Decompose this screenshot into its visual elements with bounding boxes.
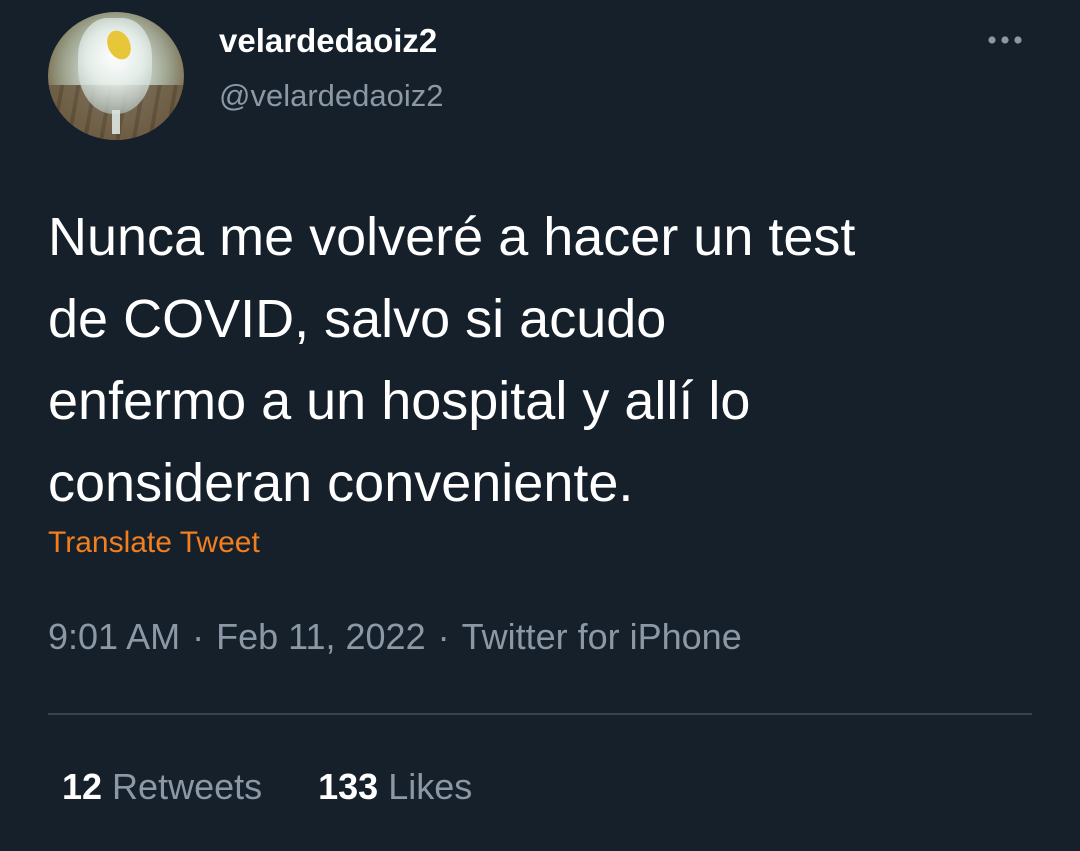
likes-stat[interactable]: 133 Likes	[318, 766, 472, 807]
tweet-text-line: Nunca me volveré a hacer un test	[48, 207, 856, 267]
author-display-name[interactable]: velardedaoiz2	[219, 22, 437, 60]
tweet-date[interactable]: Feb 11, 2022	[216, 616, 426, 657]
translate-tweet-link[interactable]: Translate Tweet	[48, 526, 260, 560]
tweet-time[interactable]: 9:01 AM	[48, 616, 180, 657]
tweet-metadata: 9:01 AM · Feb 11, 2022 · Twitter for iPhone	[48, 616, 742, 658]
retweets-stat[interactable]: 12 Retweets	[62, 766, 262, 807]
tweet-text-line: enfermo a un hospital y allí lo	[48, 371, 751, 431]
tweet-text: Nunca me volveré a hacer un test de COVI…	[48, 196, 1038, 524]
tweet-text-line: consideran conveniente.	[48, 453, 634, 513]
tweet-stats: 12 Retweets 133 Likes	[62, 766, 472, 808]
meta-separator: ·	[192, 616, 205, 657]
likes-label: Likes	[388, 766, 473, 807]
tweet-text-line: de COVID, salvo si acudo	[48, 289, 667, 349]
retweets-label: Retweets	[112, 766, 263, 807]
stats-divider	[48, 713, 1032, 715]
avatar-stem-shape	[112, 110, 120, 134]
author-handle[interactable]: @velardedaoiz2	[219, 78, 444, 114]
retweets-count: 12	[62, 766, 103, 807]
likes-count: 133	[318, 766, 379, 807]
tweet-source[interactable]: Twitter for iPhone	[462, 616, 742, 657]
more-options-button[interactable]	[982, 24, 1028, 58]
author-avatar[interactable]	[48, 12, 184, 140]
meta-separator: ·	[437, 616, 450, 657]
more-horizontal-icon	[988, 36, 1022, 44]
